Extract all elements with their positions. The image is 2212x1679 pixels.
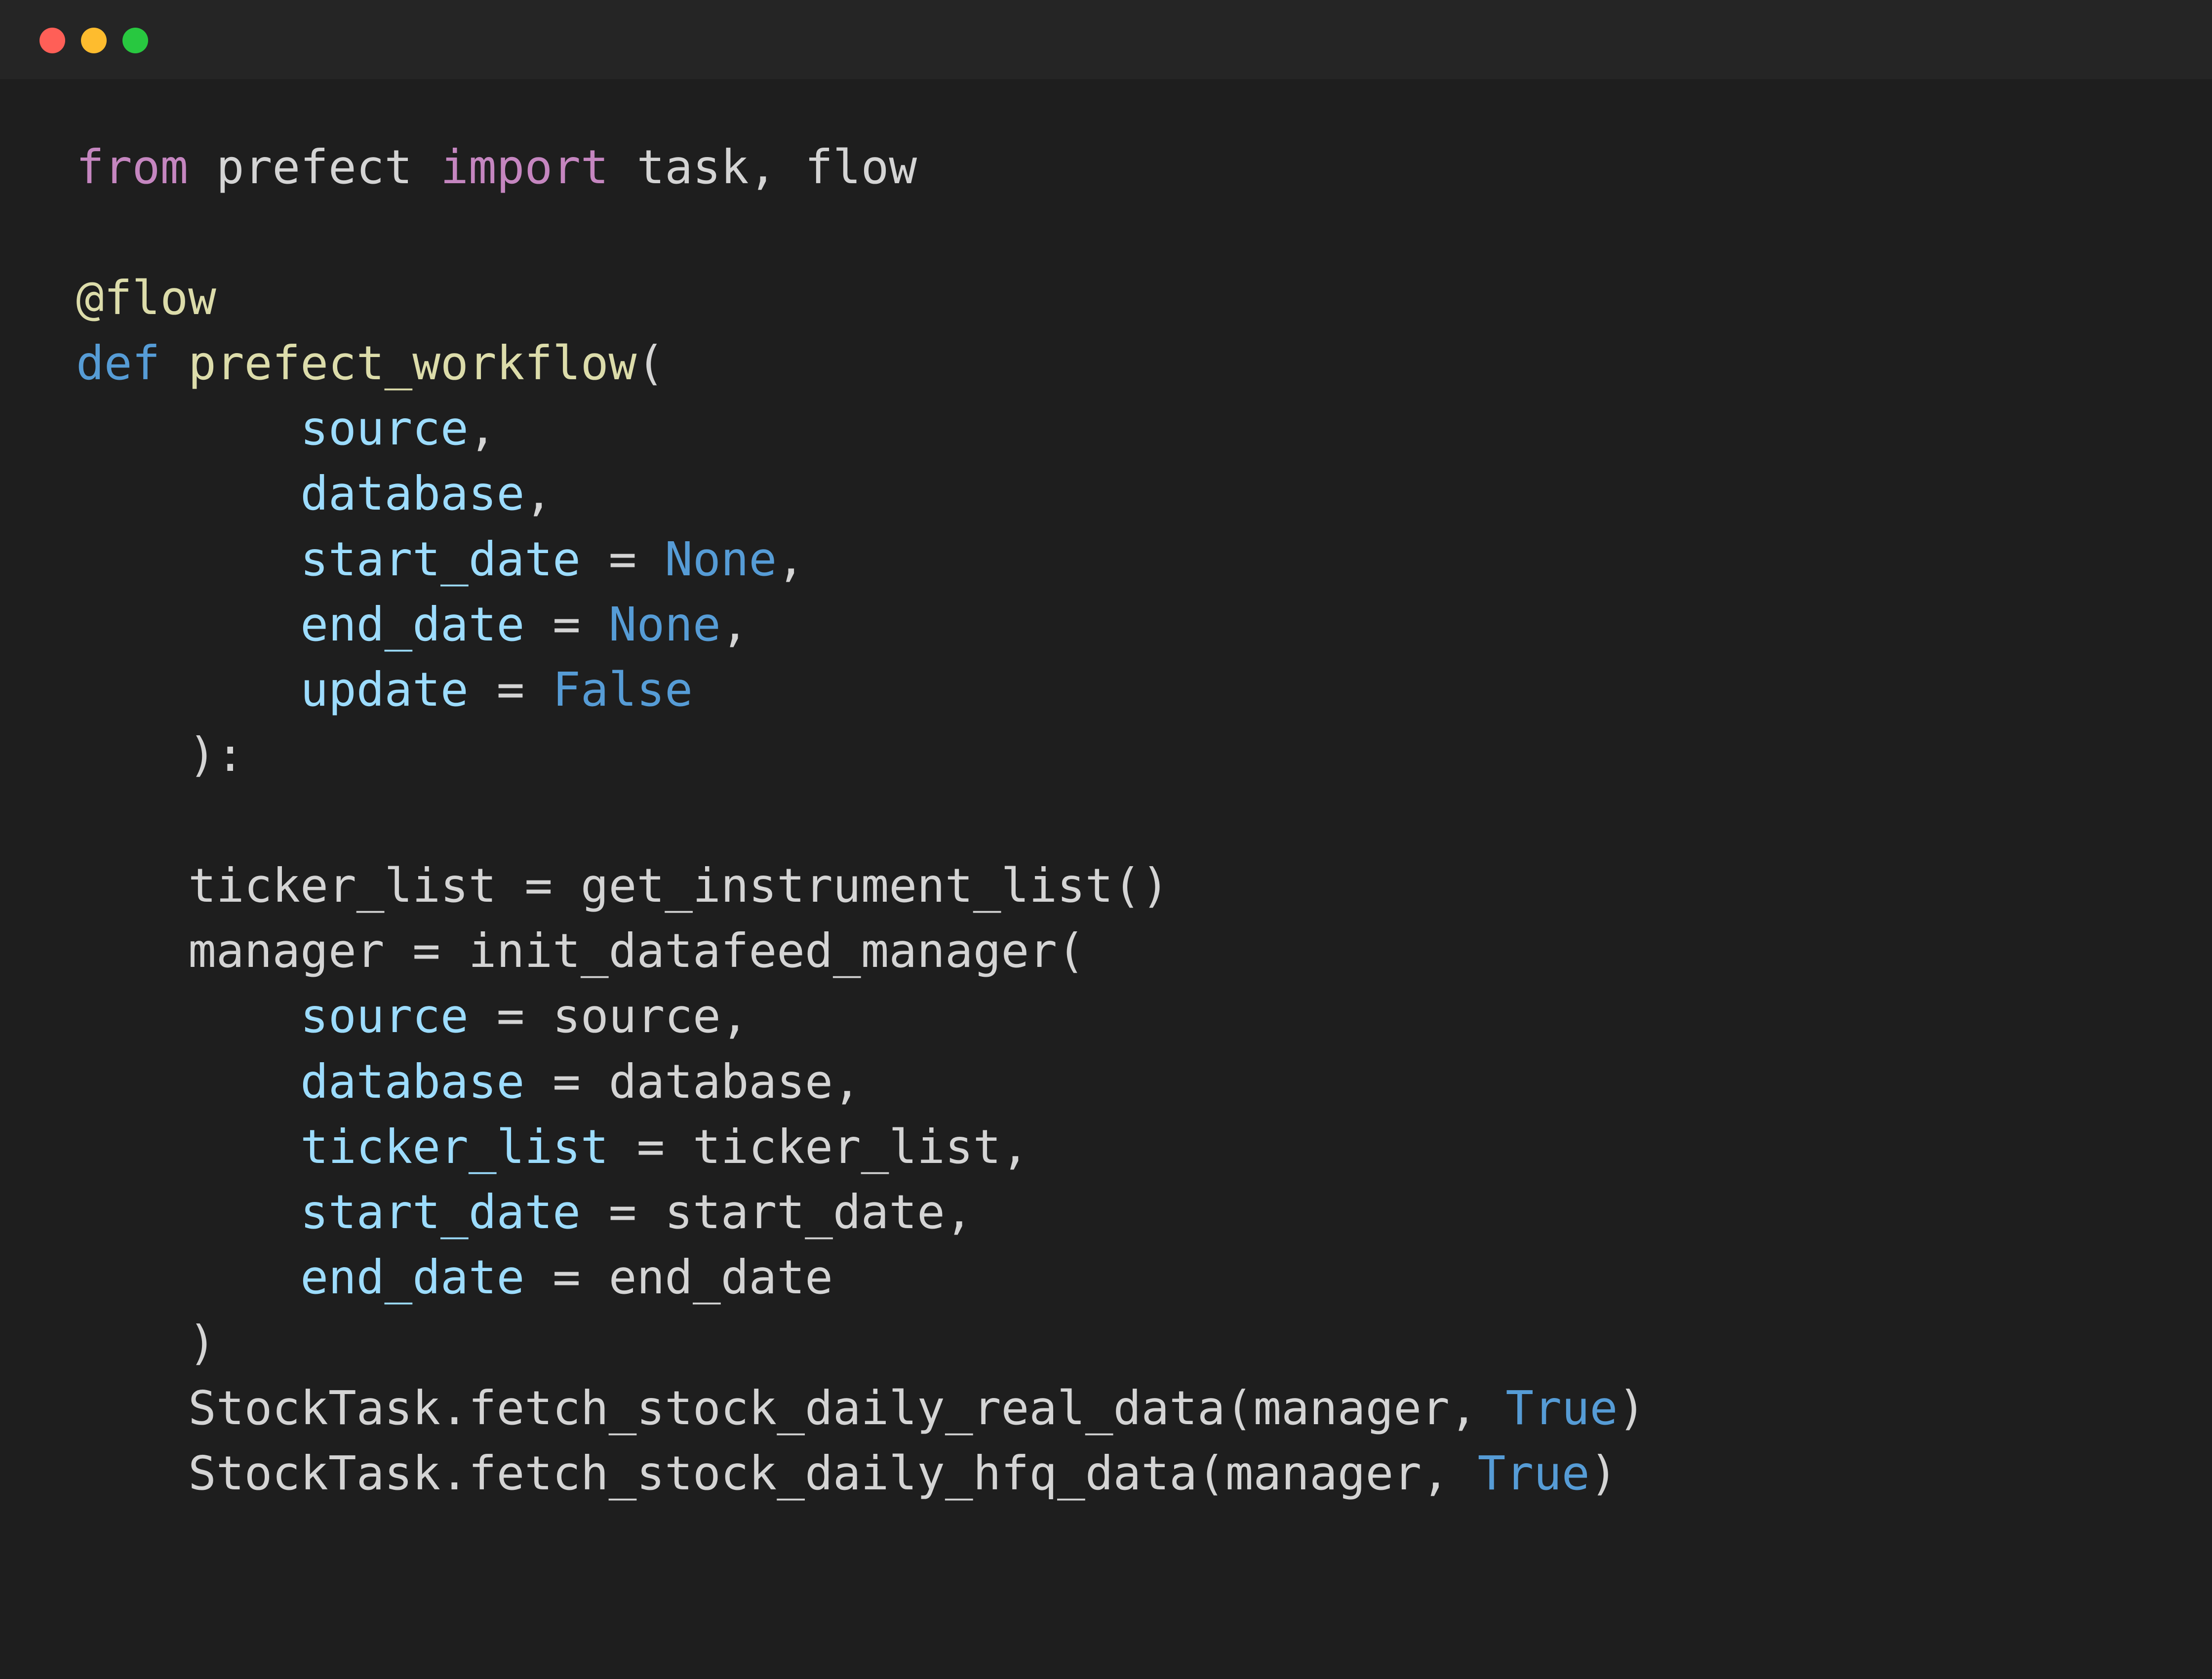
code-line: from prefect import task, flow <box>76 135 1646 200</box>
code-token-param: database <box>300 467 525 521</box>
code-token-param: update <box>300 663 469 717</box>
code-token-plain: task, flow <box>608 140 917 195</box>
code-line: ticker_list = ticker_list, <box>76 1115 1646 1180</box>
code-token-param: end_date <box>300 1250 525 1305</box>
code-line: @flow <box>76 266 1646 331</box>
code-token-param: end_date <box>300 597 525 652</box>
code-line: end_date = None, <box>76 592 1646 657</box>
code-line: ): <box>76 722 1646 788</box>
code-line: ) <box>76 1311 1646 1376</box>
code-token-plain: ) <box>1589 1446 1618 1501</box>
code-token-plain: = <box>524 597 609 652</box>
code-token-plain: , <box>777 532 805 587</box>
code-token-plain: prefect <box>188 140 441 195</box>
code-token-constant: None <box>608 597 721 652</box>
code-line: source = source, <box>76 984 1646 1049</box>
code-token-plain: ): <box>76 728 244 783</box>
code-token-function: prefect_workflow <box>188 336 637 391</box>
code-token-plain: = database, <box>524 1054 861 1109</box>
code-token-param: start_date <box>300 532 581 587</box>
code-token-plain: , <box>468 401 497 456</box>
code-token-plain: manager = init_datafeed_manager( <box>76 924 1085 978</box>
code-token-param: ticker_list <box>300 1119 609 1174</box>
maximize-window-icon[interactable] <box>122 28 148 53</box>
code-line: manager = init_datafeed_manager( <box>76 919 1646 984</box>
code-token-constant: None <box>665 532 777 587</box>
code-token-plain: = end_date <box>524 1250 833 1305</box>
code-token-plain: , <box>524 467 553 521</box>
code-line: update = False <box>76 657 1646 722</box>
code-block: from prefect import task, flow @flow def … <box>76 135 1646 1506</box>
code-line: ticker_list = get_instrument_list() <box>76 853 1646 919</box>
code-token-param: start_date <box>300 1185 581 1239</box>
code-line: end_date = end_date <box>76 1245 1646 1310</box>
code-line: database = database, <box>76 1049 1646 1115</box>
code-line: database, <box>76 461 1646 526</box>
code-token-constant: True <box>1477 1446 1590 1501</box>
code-token-constant: True <box>1505 1381 1618 1436</box>
code-token-constant: False <box>553 663 693 717</box>
code-token-param: source <box>300 401 469 456</box>
code-token-def: def <box>76 336 160 391</box>
minimize-window-icon[interactable] <box>81 28 107 53</box>
code-token-plain: StockTask.fetch_stock_daily_real_data(ma… <box>76 1381 1506 1436</box>
code-line: start_date = start_date, <box>76 1180 1646 1245</box>
code-token-plain: = ticker_list, <box>608 1119 1029 1174</box>
code-token-plain: ) <box>1618 1381 1646 1436</box>
code-token-plain: = <box>468 663 553 717</box>
title-bar <box>0 0 2212 79</box>
code-token-plain: = start_date, <box>580 1185 973 1239</box>
code-token-param: database <box>300 1054 525 1109</box>
code-token-param: source <box>300 989 469 1044</box>
code-line: source, <box>76 396 1646 461</box>
code-token-keyword: from <box>76 140 189 195</box>
code-token-plain: ticker_list = get_instrument_list() <box>76 858 1170 913</box>
code-line: start_date = None, <box>76 527 1646 592</box>
code-line: def prefect_workflow( <box>76 331 1646 396</box>
code-token-decorator: @flow <box>76 271 216 325</box>
code-token-plain: = <box>580 532 665 587</box>
code-token-plain: = source, <box>468 989 749 1044</box>
code-token-plain: , <box>720 597 749 652</box>
code-token-plain: ( <box>636 336 665 391</box>
code-token-plain: ) <box>76 1316 216 1370</box>
code-window: from prefect import task, flow @flow def … <box>0 0 2212 1679</box>
code-token-keyword: import <box>440 140 609 195</box>
code-token-plain: StockTask.fetch_stock_daily_hfq_data(man… <box>76 1446 1478 1501</box>
close-window-icon[interactable] <box>40 28 65 53</box>
code-line: StockTask.fetch_stock_daily_real_data(ma… <box>76 1376 1646 1441</box>
code-line: StockTask.fetch_stock_daily_hfq_data(man… <box>76 1441 1646 1506</box>
